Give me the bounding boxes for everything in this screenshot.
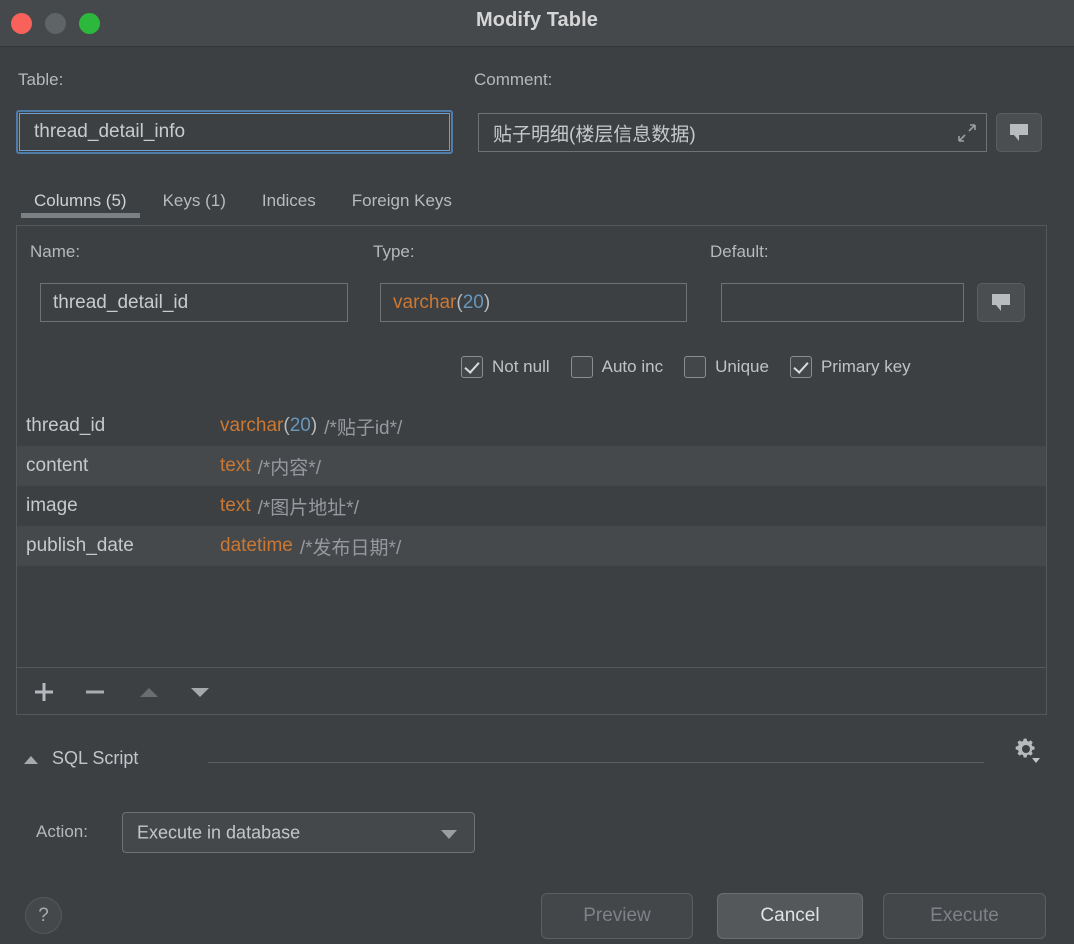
column-row-type-base: text <box>220 455 251 476</box>
column-row-type: datetime <box>220 535 293 557</box>
window-title: Modify Table <box>476 9 598 31</box>
column-row-comment: /*图片地址*/ <box>257 497 359 519</box>
column-comment-button[interactable] <box>977 283 1025 322</box>
checkbox-unique[interactable]: Unique <box>684 356 769 378</box>
sql-script-title: SQL Script <box>52 748 139 768</box>
arrow-down-icon <box>191 688 209 697</box>
column-row-type-base: varchar <box>220 415 284 436</box>
table-row[interactable]: thread_id varchar(20) /*贴子id*/ <box>17 406 1046 446</box>
help-button[interactable]: ? <box>25 897 62 934</box>
checkbox-auto-inc-box[interactable] <box>570 356 593 378</box>
column-row-type-base: datetime <box>220 535 293 556</box>
column-row-paren-close: ) <box>310 415 318 436</box>
column-row-name: content <box>26 455 89 476</box>
column-type-value: varchar(20) <box>393 292 490 314</box>
checkbox-unique-box[interactable] <box>684 356 707 378</box>
column-row-comment: /*发布日期*/ <box>299 537 402 559</box>
table-row[interactable]: content text /*内容*/ <box>17 446 1046 486</box>
title-bar: Modify Table <box>0 0 1074 47</box>
checkbox-auto-inc-label: Auto inc <box>601 357 664 376</box>
speech-bubble-icon <box>992 293 1010 311</box>
tab-indices[interactable]: Indices <box>244 186 334 215</box>
modify-table-dialog: Modify Table Table: thread_detail_info C… <box>0 0 1074 944</box>
checkbox-primary-key[interactable]: Primary key <box>789 356 911 378</box>
table-comment-input[interactable]: 贴子明细(楼层信息数据) <box>478 113 987 152</box>
column-name-label: Name: <box>30 242 81 261</box>
table-name-input[interactable]: thread_detail_info <box>16 110 453 154</box>
sql-action-value: Execute in database <box>137 822 301 842</box>
tab-columns[interactable]: Columns (5) <box>16 186 145 218</box>
speech-bubble-icon <box>1010 123 1028 141</box>
column-name-input[interactable]: thread_detail_id <box>40 283 348 322</box>
column-row-type: text <box>220 495 251 517</box>
table-comment-button[interactable] <box>996 113 1042 152</box>
checkbox-auto-inc[interactable]: Auto inc <box>570 356 664 378</box>
columns-toolbar <box>17 667 1046 714</box>
sql-action-label: Action: <box>36 822 88 841</box>
table-row[interactable]: publish_date datetime /*发布日期*/ <box>17 526 1046 566</box>
table-name-input-inner: thread_detail_info <box>19 113 450 151</box>
tab-keys[interactable]: Keys (1) <box>145 186 244 215</box>
column-type-length: 20 <box>462 291 484 313</box>
checkbox-primary-key-label: Primary key <box>820 357 911 376</box>
cancel-button[interactable]: Cancel <box>717 893 863 939</box>
columns-list[interactable]: thread_id varchar(20) /*贴子id*/ content t… <box>17 406 1046 566</box>
column-row-comment: /*贴子id*/ <box>324 417 403 439</box>
chevron-down-icon[interactable] <box>441 829 457 839</box>
minus-icon <box>86 690 104 694</box>
tab-bar: Columns (5) Keys (1) Indices Foreign Key… <box>16 186 470 222</box>
table-comment-label: Comment: <box>474 70 553 89</box>
table-name-label: Table: <box>18 70 64 89</box>
remove-column-button[interactable] <box>79 676 111 708</box>
column-row-name: image <box>26 495 78 516</box>
move-column-down-button[interactable] <box>184 676 216 708</box>
tab-foreign-keys[interactable]: Foreign Keys <box>334 186 470 215</box>
column-row-length: 20 <box>289 415 311 436</box>
column-row-name: publish_date <box>26 535 134 556</box>
expand-diagonal-icon[interactable] <box>958 123 976 142</box>
column-row-type-base: text <box>220 495 251 516</box>
move-column-up-button[interactable] <box>133 676 165 708</box>
sql-script-header[interactable]: SQL Script <box>18 748 1056 776</box>
checkbox-not-null-label: Not null <box>492 357 550 376</box>
plus-icon <box>35 683 53 701</box>
checkbox-not-null-box[interactable] <box>461 356 483 378</box>
checkbox-primary-key-box[interactable] <box>789 356 812 378</box>
column-row-type: text <box>220 455 251 477</box>
column-flags: Not null Auto inc Unique Primary key <box>461 356 911 378</box>
table-row[interactable]: image text /*图片地址*/ <box>17 486 1046 526</box>
table-comment-value: 贴子明细(楼层信息数据) <box>493 124 696 145</box>
column-type-paren-close: ) <box>483 291 491 313</box>
column-default-label: Default: <box>710 242 769 261</box>
column-row-name: thread_id <box>26 415 106 436</box>
sql-script-divider <box>208 762 984 763</box>
table-name-value: thread_detail_info <box>34 121 186 142</box>
column-default-input[interactable] <box>721 283 964 322</box>
checkbox-unique-label: Unique <box>715 357 769 376</box>
chevron-up-icon[interactable] <box>24 756 38 764</box>
sql-settings-button[interactable] <box>1010 735 1044 769</box>
column-row-type: varchar(20) <box>220 415 317 437</box>
preview-button[interactable]: Preview <box>541 893 693 939</box>
add-column-button[interactable] <box>28 676 60 708</box>
arrow-up-icon <box>140 688 158 697</box>
checkbox-not-null[interactable]: Not null <box>461 356 550 378</box>
gear-icon <box>1015 738 1040 763</box>
column-name-value: thread_detail_id <box>53 291 189 313</box>
column-row-comment: /*内容*/ <box>257 457 321 479</box>
column-type-label: Type: <box>373 242 415 261</box>
column-type-base: varchar <box>393 291 457 313</box>
column-type-input[interactable]: varchar(20) <box>380 283 687 322</box>
sql-action-select[interactable]: Execute in database <box>122 812 475 853</box>
execute-button[interactable]: Execute <box>883 893 1046 939</box>
